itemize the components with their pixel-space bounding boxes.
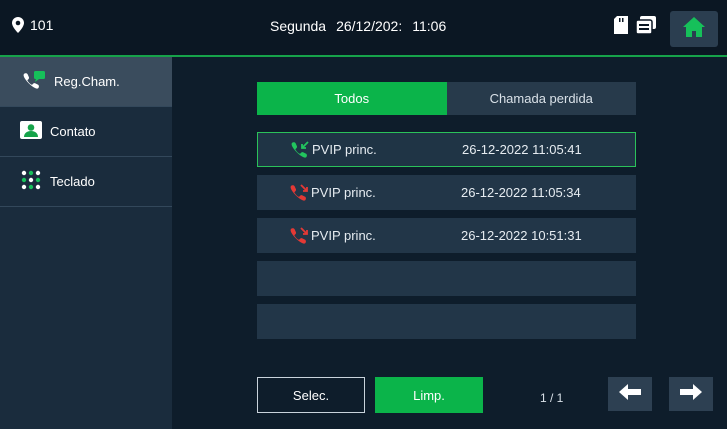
- call-log-panel: Todos Chamada perdida PVIP princ. 26-12-…: [172, 57, 727, 429]
- sidebar-item-contact[interactable]: Contato: [0, 107, 172, 157]
- next-page-button[interactable]: [669, 377, 713, 411]
- call-row[interactable]: PVIP princ. 26-12-2022 11:05:34: [257, 175, 636, 210]
- map-pin-icon: [12, 17, 24, 33]
- sidebar-item-label: Teclado: [50, 174, 95, 189]
- date-label: 26/12/202:: [336, 18, 403, 34]
- call-name: PVIP princ.: [311, 228, 376, 243]
- arrow-right-icon: [680, 383, 702, 405]
- clear-button[interactable]: Limp.: [375, 377, 483, 413]
- home-button[interactable]: [670, 11, 718, 47]
- previous-page-button[interactable]: [608, 377, 652, 411]
- call-timestamp: 26-12-2022 11:05:41: [462, 142, 582, 157]
- message-stack-icon: [635, 16, 656, 39]
- sidebar-item-label: Reg.Cham.: [54, 74, 120, 89]
- call-answered-icon: [290, 140, 310, 159]
- call-list: PVIP princ. 26-12-2022 11:05:41 PVIP pri…: [257, 132, 636, 347]
- sidebar-item-keypad[interactable]: Teclado: [0, 157, 172, 207]
- sidebar-item-call-log[interactable]: Reg.Cham.: [0, 57, 172, 107]
- call-timestamp: 26-12-2022 10:51:31: [461, 228, 582, 243]
- call-filter-tabs: Todos Chamada perdida: [257, 82, 636, 115]
- call-name: PVIP princ.: [311, 185, 376, 200]
- empty-row: [257, 261, 636, 296]
- sidebar: Reg.Cham. Contato Teclado: [0, 57, 172, 429]
- tab-all[interactable]: Todos: [257, 82, 447, 115]
- location-label: 101: [30, 17, 54, 33]
- sd-card-icon: [614, 16, 628, 39]
- page-indicator: 1 / 1: [540, 391, 564, 405]
- call-row[interactable]: PVIP princ. 26-12-2022 11:05:41: [257, 132, 636, 167]
- call-missed-icon: [289, 226, 309, 245]
- sidebar-item-label: Contato: [50, 124, 96, 139]
- date-time: Segunda 26/12/202: 11:06: [270, 18, 446, 34]
- select-button[interactable]: Selec.: [257, 377, 365, 413]
- day-label: Segunda: [270, 18, 327, 34]
- call-log-icon: [20, 70, 46, 93]
- keypad-icon: [20, 170, 42, 193]
- location-indicator: 101: [12, 17, 53, 33]
- top-bar: 101 Segunda 26/12/202: 11:06: [0, 0, 727, 57]
- call-name: PVIP princ.: [312, 142, 377, 157]
- contact-icon: [20, 121, 42, 142]
- home-icon: [683, 16, 705, 42]
- empty-row: [257, 304, 636, 339]
- time-label: 11:06: [412, 18, 447, 34]
- call-missed-icon: [289, 183, 309, 202]
- status-icons: [614, 16, 656, 39]
- call-timestamp: 26-12-2022 11:05:34: [461, 185, 581, 200]
- tab-missed-calls[interactable]: Chamada perdida: [446, 82, 636, 115]
- call-row[interactable]: PVIP princ. 26-12-2022 10:51:31: [257, 218, 636, 253]
- arrow-left-icon: [619, 383, 641, 405]
